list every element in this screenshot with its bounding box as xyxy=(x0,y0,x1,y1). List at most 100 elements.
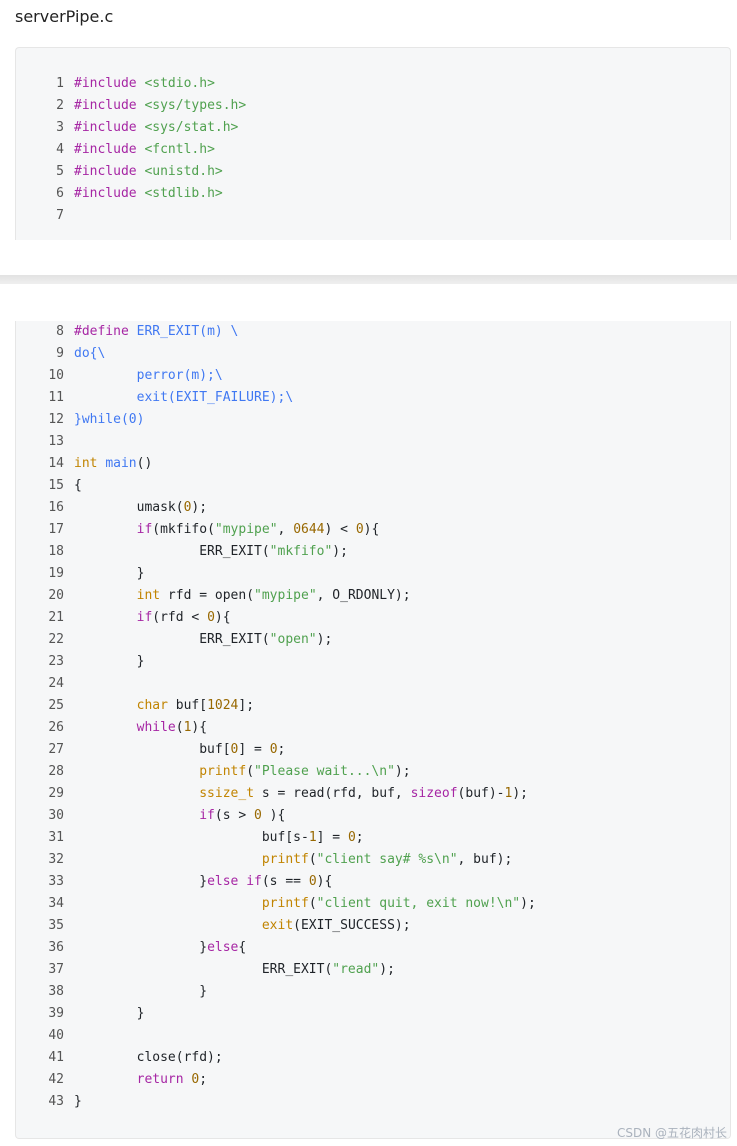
line-number: 24 xyxy=(48,676,64,691)
code-text: #include <sys/types.h> xyxy=(64,95,246,117)
code-line: 40 xyxy=(16,1025,74,1047)
file-name-heading: serverPipe.c xyxy=(15,7,114,26)
line-number: 3 xyxy=(56,120,64,135)
code-text: } xyxy=(64,981,207,1003)
code-token: }while(0) xyxy=(74,412,145,427)
code-line: 5 #include <unistd.h> xyxy=(16,161,223,183)
code-token: } xyxy=(74,1094,82,1109)
code-token: ; xyxy=(199,1072,208,1087)
code-token: () xyxy=(136,456,153,471)
line-number: 39 xyxy=(48,1006,64,1021)
code-token: "client quit, exit now!\n" xyxy=(316,896,521,911)
code-text: do{\ xyxy=(64,343,105,365)
line-number: 28 xyxy=(48,764,64,779)
code-line: 38 } xyxy=(16,981,207,1003)
code-token: ){ xyxy=(316,874,333,889)
code-text: printf("client quit, exit now!\n"); xyxy=(64,893,536,915)
code-text: buf[s-1] = 0; xyxy=(64,827,364,849)
line-number: 43 xyxy=(48,1094,64,1109)
code-token: (EXIT_SUCCESS); xyxy=(293,918,411,933)
code-token: ( xyxy=(308,896,317,911)
code-token: s = read(rfd, buf, xyxy=(254,786,411,801)
code-token: do{\ xyxy=(74,346,106,361)
code-text: buf[0] = 0; xyxy=(64,739,285,761)
code-token: return xyxy=(136,1072,184,1087)
code-text: exit(EXIT_FAILURE);\ xyxy=(64,387,294,409)
code-token: 1 xyxy=(308,830,317,845)
line-number: 5 xyxy=(56,164,64,179)
line-number: 4 xyxy=(56,142,64,157)
code-token: rfd = open( xyxy=(160,588,255,603)
code-token: "mypipe" xyxy=(214,522,278,537)
code-line: 12 }while(0) xyxy=(16,409,144,431)
code-text: ERR_EXIT("mkfifo"); xyxy=(64,541,348,563)
code-token: , buf); xyxy=(457,852,513,867)
code-line: 39 } xyxy=(16,1003,144,1025)
code-token: ; xyxy=(355,830,364,845)
code-text: char buf[1024]; xyxy=(64,695,254,717)
line-number: 10 xyxy=(48,368,64,383)
code-token: printf xyxy=(261,896,309,911)
line-number: 32 xyxy=(48,852,64,867)
code-line: 4 #include <fcntl.h> xyxy=(16,139,215,161)
code-token: #include xyxy=(74,76,137,91)
line-number: 12 xyxy=(48,412,64,427)
code-token: 0 xyxy=(355,522,364,537)
code-line: 11 exit(EXIT_FAILURE);\ xyxy=(16,387,293,409)
code-token: <sys/types.h> xyxy=(144,98,247,113)
code-token: ( xyxy=(308,852,317,867)
line-number: 13 xyxy=(48,434,64,449)
code-line: 31 buf[s-1] = 0; xyxy=(16,827,364,849)
code-text: ssize_t s = read(rfd, buf, sizeof(buf)-1… xyxy=(64,783,528,805)
code-token: char xyxy=(136,698,168,713)
code-token: 0 xyxy=(347,830,356,845)
line-number: 27 xyxy=(48,742,64,757)
code-token: ERR_EXIT( xyxy=(74,962,333,977)
code-line: 34 printf("client quit, exit now!\n"); xyxy=(16,893,536,915)
code-token: ) < xyxy=(324,522,356,537)
line-number: 18 xyxy=(48,544,64,559)
line-number: 33 xyxy=(48,874,64,889)
code-token: { xyxy=(238,940,247,955)
code-line: 24 xyxy=(16,673,74,695)
code-block-includes[interactable]: 1 #include <stdio.h> 2 #include <sys/types.… xyxy=(15,47,731,240)
code-text: ERR_EXIT("read"); xyxy=(64,959,395,981)
line-number: 1 xyxy=(56,76,64,91)
code-text: #include <sys/stat.h> xyxy=(64,117,238,139)
code-token: 1024 xyxy=(207,698,239,713)
code-line: 15 { xyxy=(16,475,82,497)
code-token: ERR_EXIT( xyxy=(74,544,270,559)
code-text: } xyxy=(64,1091,82,1113)
code-token: , xyxy=(277,522,294,537)
code-line: 7 xyxy=(16,205,74,227)
line-number: 37 xyxy=(48,962,64,977)
line-number: 8 xyxy=(56,324,64,339)
code-block-main[interactable]: 8 #define ERR_EXIT(m) \ 9 do{\ 10 perror(m);… xyxy=(15,321,731,1139)
code-token: main xyxy=(105,456,137,471)
code-line: 35 exit(EXIT_SUCCESS); xyxy=(16,915,411,937)
code-text: } xyxy=(64,563,145,585)
code-token: buf[ xyxy=(167,698,208,713)
code-text: int rfd = open("mypipe", O_RDONLY); xyxy=(64,585,411,607)
code-text: exit(EXIT_SUCCESS); xyxy=(64,915,411,937)
code-token: ( xyxy=(246,764,255,779)
code-token: (s > xyxy=(214,808,255,823)
code-token: 0 xyxy=(308,874,317,889)
code-text: printf("Please wait...\n"); xyxy=(64,761,410,783)
code-token: exit(EXIT_FAILURE);\ xyxy=(74,390,294,405)
code-token: ); xyxy=(520,896,536,911)
code-token: ERR_EXIT( xyxy=(74,632,270,647)
code-text: { xyxy=(64,475,82,497)
code-token: 0 xyxy=(269,742,278,757)
code-token: ( xyxy=(175,720,184,735)
code-token: "Please wait...\n" xyxy=(254,764,395,779)
code-text: perror(m);\ xyxy=(64,365,223,387)
code-token: #include xyxy=(74,164,137,179)
